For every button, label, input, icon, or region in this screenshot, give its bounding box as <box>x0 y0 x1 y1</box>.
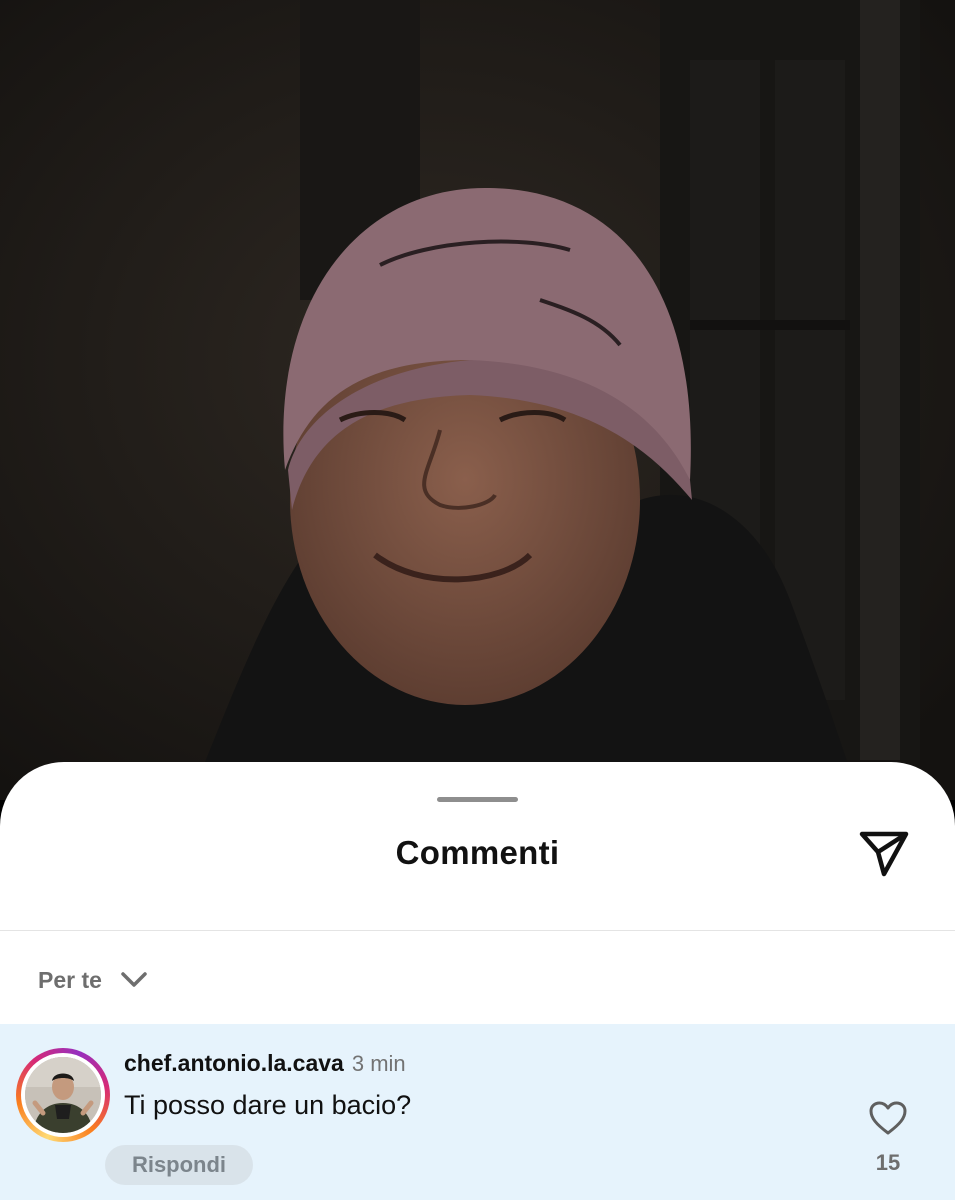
like-button[interactable] <box>862 1094 914 1142</box>
sheet-grabber[interactable] <box>437 797 518 802</box>
avatar-photo <box>25 1057 101 1133</box>
share-button[interactable] <box>852 826 916 882</box>
chevron-down-icon <box>121 972 147 987</box>
comment-meta: chef.antonio.la.cava 3 min <box>124 1050 406 1077</box>
sort-dropdown[interactable]: Per te <box>38 960 148 1000</box>
comment-username[interactable]: chef.antonio.la.cava <box>124 1050 344 1077</box>
sheet-title: Commenti <box>395 834 560 871</box>
comment-text: Ti posso dare un bacio? <box>124 1090 412 1120</box>
comments-screen: Commenti Per te chef.antonio.la.cava 3 m… <box>0 0 955 1200</box>
sort-label: Per te <box>38 966 102 993</box>
comment-item: chef.antonio.la.cava 3 min Ti posso dare… <box>0 1024 955 1200</box>
like-count: 15 <box>875 1150 901 1175</box>
comment-timestamp: 3 min <box>351 1051 406 1076</box>
reply-button[interactable]: Rispondi <box>105 1145 253 1185</box>
comments-sheet: Commenti Per te chef.antonio.la.cava 3 m… <box>0 762 955 1200</box>
post-photo <box>0 0 955 800</box>
heart-outline-icon <box>869 1101 907 1135</box>
avatar[interactable] <box>16 1048 110 1142</box>
header-divider <box>0 930 955 931</box>
paper-plane-icon <box>859 831 909 877</box>
